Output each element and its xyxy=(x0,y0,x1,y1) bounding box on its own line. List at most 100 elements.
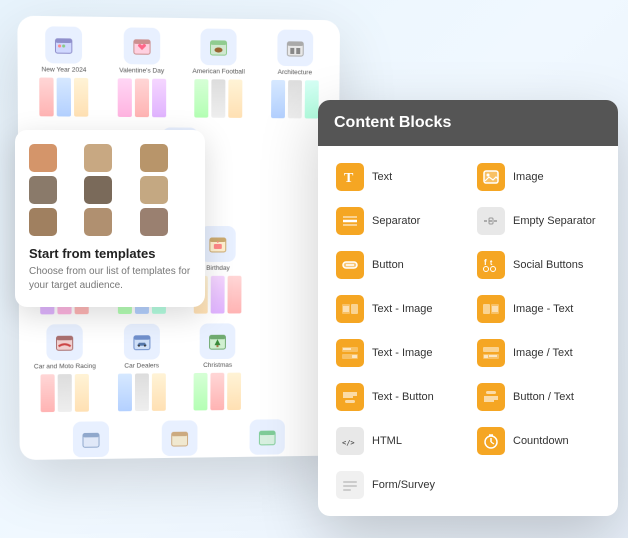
block-icon-button xyxy=(336,251,364,279)
cat-icon-more1[interactable] xyxy=(73,421,109,457)
block-icon-image-text xyxy=(477,295,505,323)
cat-icon-racing xyxy=(47,324,83,360)
thumb xyxy=(118,374,132,412)
tooltip-color-8 xyxy=(84,208,112,236)
thumb xyxy=(211,373,225,411)
block-text-image-1[interactable]: Text - Image xyxy=(328,288,467,330)
thumb xyxy=(117,78,131,117)
thumb xyxy=(227,373,241,410)
cat-label-valentines: Valentine's Day xyxy=(106,67,177,75)
cat-icon-car-dealers xyxy=(124,324,160,360)
block-form[interactable]: Form/Survey xyxy=(328,464,608,506)
thumbs-christmas xyxy=(183,373,253,411)
block-social[interactable]: f t Social Buttons xyxy=(469,244,608,286)
block-label-form: Form/Survey xyxy=(372,479,435,491)
thumbs-new-year xyxy=(28,77,100,116)
thumb xyxy=(39,77,53,116)
cat-new-year[interactable]: New Year 2024 xyxy=(28,26,100,117)
block-icon-separator xyxy=(336,207,364,235)
cat-valentines[interactable]: Valentine's Day xyxy=(106,27,177,117)
cat-car-dealers[interactable]: Car Dealers xyxy=(106,324,176,412)
cat-christmas[interactable]: Christmas xyxy=(183,323,253,410)
block-label-image-text: Image - Text xyxy=(513,303,573,315)
thumb xyxy=(75,374,89,412)
block-button[interactable]: Button xyxy=(328,244,467,286)
thumb xyxy=(304,80,318,118)
thumb xyxy=(288,80,302,118)
block-text-image-2[interactable]: Text - Image xyxy=(328,332,467,374)
thumb xyxy=(135,78,149,117)
svg-text:f: f xyxy=(484,258,487,267)
block-label-text-image-1: Text - Image xyxy=(372,303,433,315)
tooltip-color-2 xyxy=(84,144,112,172)
thumbs-valentines xyxy=(106,78,177,117)
cat-label-football: American Football xyxy=(183,68,254,76)
block-text[interactable]: T Text xyxy=(328,156,467,198)
svg-text:t: t xyxy=(490,260,493,267)
tooltip-color-grid xyxy=(29,144,191,236)
block-image-text-2[interactable]: Image / Text xyxy=(469,332,608,374)
cat-icon-more3[interactable] xyxy=(249,419,284,455)
block-label-social: Social Buttons xyxy=(513,259,583,271)
svg-text:T: T xyxy=(344,171,354,186)
thumb xyxy=(152,373,166,411)
block-html[interactable]: </> HTML xyxy=(328,420,467,462)
block-label-separator: Separator xyxy=(372,215,420,227)
block-icon-html: </> xyxy=(336,427,364,455)
panel-title: Content Blocks xyxy=(334,114,451,131)
block-separator[interactable]: Separator xyxy=(328,200,467,242)
cat-label-christmas: Christmas xyxy=(183,362,253,369)
block-icon-text-image-1 xyxy=(336,295,364,323)
cat-racing[interactable]: Car and Moto Racing xyxy=(29,324,100,412)
cat-label-architecture: Architecture xyxy=(260,69,330,77)
category-row-1: New Year 2024 Valentine's Day xyxy=(28,26,330,119)
thumb xyxy=(271,80,285,118)
cat-icon-football xyxy=(201,28,237,65)
thumb xyxy=(212,79,226,117)
thumb xyxy=(41,374,55,412)
cat-icon-architecture xyxy=(277,30,313,67)
cat-label-car-dealers: Car Dealers xyxy=(106,362,176,370)
thumb xyxy=(74,78,88,117)
thumb xyxy=(152,79,166,118)
tooltip-color-3 xyxy=(140,144,168,172)
tooltip-color-7 xyxy=(29,208,57,236)
thumb xyxy=(211,276,225,314)
thumb xyxy=(228,276,242,314)
block-text-button[interactable]: Text - Button xyxy=(328,376,467,418)
tooltip-color-5 xyxy=(84,176,112,204)
block-label-text-image-2: Text - Image xyxy=(372,347,433,359)
block-countdown[interactable]: Countdown xyxy=(469,420,608,462)
block-empty-separator[interactable]: Empty Separator xyxy=(469,200,608,242)
category-row-4: Car and Moto Racing Car Dealers xyxy=(29,323,328,412)
tooltip-color-4 xyxy=(29,176,57,204)
panel-body: T Text Image Separator Empty Separator xyxy=(318,146,618,516)
thumb xyxy=(195,79,209,118)
cat-icon-new-year xyxy=(45,26,82,63)
block-button-text[interactable]: Button / Text xyxy=(469,376,608,418)
block-icon-empty-separator xyxy=(477,207,505,235)
tooltip-color-9 xyxy=(140,208,168,236)
block-icon-countdown xyxy=(477,427,505,455)
block-label-button: Button xyxy=(372,259,404,271)
cat-icon-more2[interactable] xyxy=(162,420,198,456)
cat-icon-birthday xyxy=(200,226,236,262)
block-icon-text-button xyxy=(336,383,364,411)
block-image-text[interactable]: Image - Text xyxy=(469,288,608,330)
tooltip-color-6 xyxy=(140,176,168,204)
cat-icon-christmas xyxy=(200,323,236,359)
block-label-button-text: Button / Text xyxy=(513,391,574,403)
block-label-image-text-2: Image / Text xyxy=(513,347,573,359)
block-image[interactable]: Image xyxy=(469,156,608,198)
block-icon-text: T xyxy=(336,163,364,191)
tooltip-title: Start from templates xyxy=(29,246,191,261)
cat-football[interactable]: American Football xyxy=(183,28,254,118)
block-icon-image-text-2 xyxy=(477,339,505,367)
svg-text:</>: </> xyxy=(342,439,355,447)
thumb xyxy=(229,79,243,117)
thumbs-racing xyxy=(29,374,100,412)
block-label-countdown: Countdown xyxy=(513,435,569,447)
tooltip-description: Choose from our list of templates for yo… xyxy=(29,265,191,293)
thumb xyxy=(57,78,71,117)
thumbs-football xyxy=(183,79,254,118)
